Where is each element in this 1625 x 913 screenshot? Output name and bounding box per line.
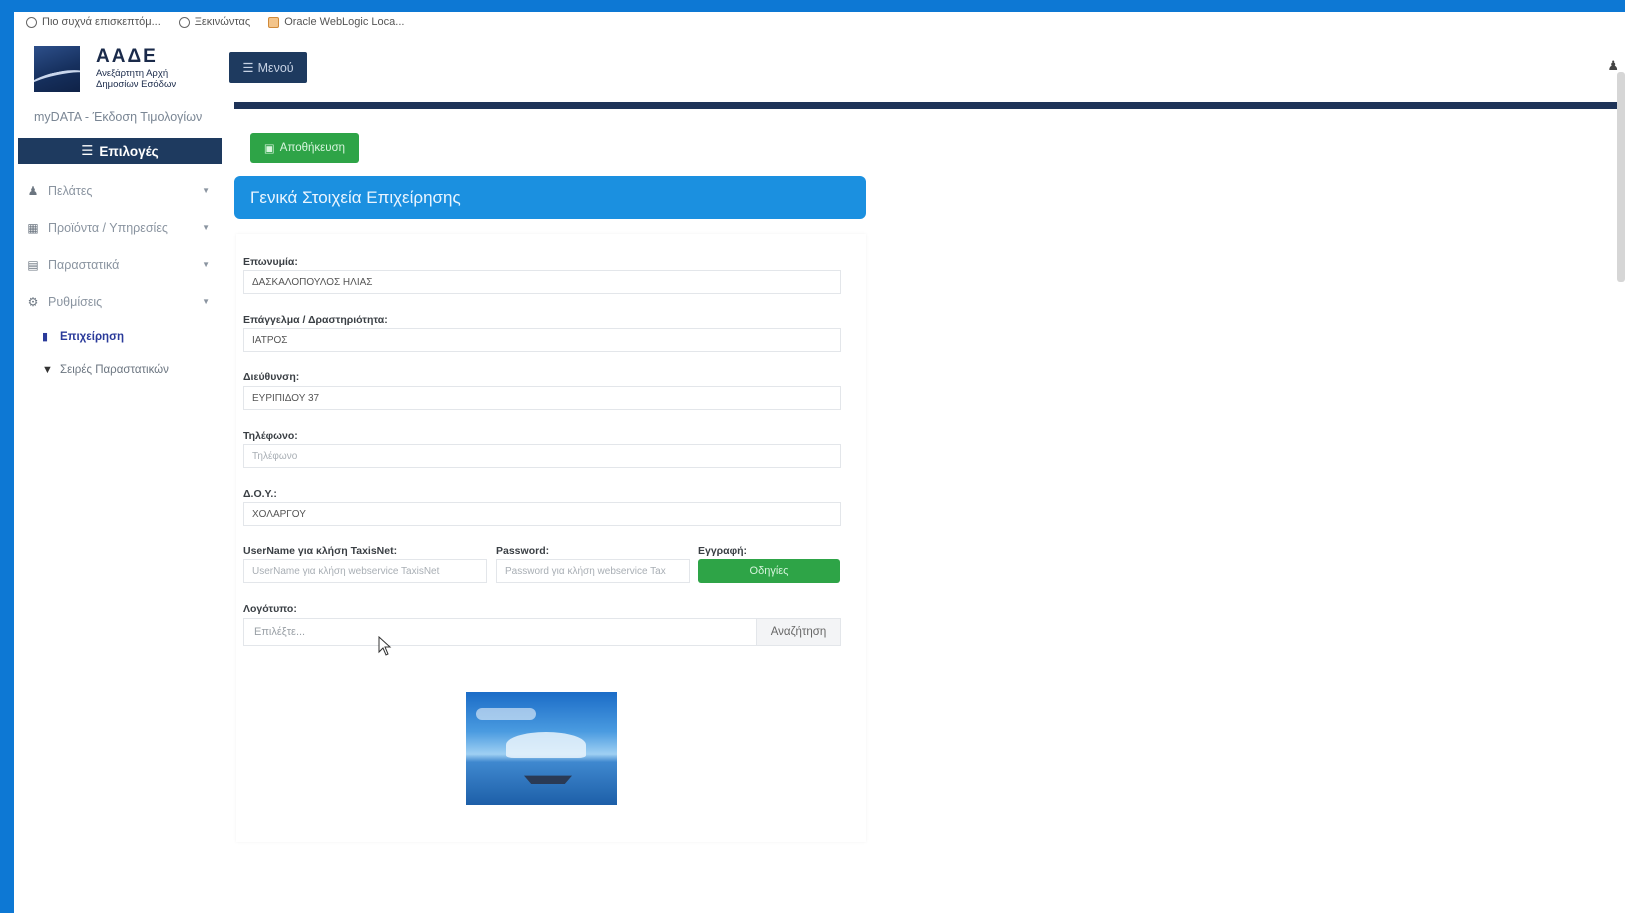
mouse-cursor-icon — [378, 636, 392, 656]
list-icon: ☰ — [242, 61, 254, 75]
brand-abbr: ΑΑΔΕ — [96, 46, 158, 67]
sidebar-item-settings[interactable]: ⚙ Ρυθμίσεις ▼ — [14, 283, 224, 320]
bookmark-getting-started[interactable]: Ξεκινώντας — [178, 16, 251, 28]
sidebar-subitem-label: Σειρές Παραστατικών — [60, 363, 169, 376]
logo-file-group: Επιλέξτε... Αναζήτηση — [243, 618, 841, 646]
logo-file-input[interactable]: Επιλέξτε... — [243, 618, 757, 646]
mountain-shape — [506, 732, 586, 758]
header-divider — [234, 102, 1625, 109]
options-label: Επιλογές — [99, 143, 159, 159]
building-icon: ▮ — [42, 331, 49, 343]
phone-input[interactable]: Τηλέφωνο — [243, 444, 841, 468]
sidebar-item-label: Προϊόντα / Υπηρεσίες — [48, 220, 168, 235]
sidebar-item-label: Ρυθμίσεις — [48, 294, 103, 309]
grid-icon: ▦ — [27, 220, 39, 235]
bookmark-most-visited[interactable]: Πιο συχνά επισκεπτόμ... — [26, 16, 161, 28]
documents-icon: ▤ — [27, 257, 39, 272]
address-label: Διεύθυνση: — [243, 371, 300, 383]
list-icon: ☰ — [81, 143, 94, 158]
bookmark-label: Oracle WebLogic Loca... — [284, 16, 405, 28]
address-input[interactable]: ΕΥΡΙΠΙΔΟΥ 37 — [243, 386, 841, 410]
options-header: ☰ Επιλογές — [18, 138, 222, 164]
folder-icon — [268, 16, 280, 28]
aade-logo-mark-icon — [34, 46, 80, 92]
chevron-down-icon: ▼ — [202, 260, 210, 269]
sidebar-menu: ♟ Πελάτες ▼ ▦ Προϊόντα / Υπηρεσίες ▼ ▤ Π… — [14, 172, 224, 386]
aade-logo[interactable]: ΑΑΔΕ Ανεξάρτητη Αρχή Δημοσίων Εσόδων — [34, 46, 196, 92]
floppy-disk-icon: ▣ — [263, 143, 275, 155]
taxisnet-username-label: UserName για κλήση TaxisNet: — [243, 545, 398, 557]
taxisnet-username-input[interactable]: UserName για κλήση webservice TaxisNet — [243, 559, 487, 583]
tax-office-input[interactable]: ΧΟΛΑΡΓΟΥ — [243, 502, 841, 526]
chevron-down-icon: ▼ — [202, 297, 210, 306]
profession-label: Επάγγελμα / Δραστηριότητα: — [243, 314, 388, 326]
browser-viewport: Πιο συχνά επισκεπτόμ... Ξεκινώντας Oracl… — [14, 12, 1625, 913]
save-button[interactable]: ▣ Αποθήκευση — [250, 133, 359, 163]
logo-label: Λογότυπο: — [243, 603, 297, 615]
sidebar-item-label: Παραστατικά — [48, 257, 120, 272]
guide-button[interactable]: Οδηγίες — [698, 559, 840, 583]
user-icon: ♟ — [27, 183, 39, 198]
chevron-down-icon: ▼ — [202, 223, 210, 232]
sidebar-subitem-document-series[interactable]: ▼ Σειρές Παραστατικών — [14, 353, 224, 386]
save-button-label: Αποθήκευση — [279, 142, 346, 154]
boat-shape — [524, 775, 572, 784]
registration-label: Εγγραφή: — [698, 545, 748, 557]
section-title: Γενικά Στοιχεία Επιχείρησης — [234, 176, 866, 219]
company-name-label: Επωνυμία: — [243, 256, 298, 268]
gear-icon: ⚙ — [27, 294, 39, 309]
menu-button-label: Μενού — [257, 60, 294, 75]
sidebar-item-documents[interactable]: ▤ Παραστατικά ▼ — [14, 246, 224, 283]
bookmark-label: Ξεκινώντας — [194, 16, 251, 28]
sidebar-subitem-business[interactable]: ▮ Επιχείρηση — [14, 320, 224, 353]
globe-icon — [178, 16, 190, 28]
tax-office-label: Δ.Ο.Υ.: — [243, 488, 277, 500]
chevron-down-icon: ▼ — [202, 186, 210, 195]
page-scrollbar[interactable] — [1617, 72, 1625, 282]
company-name-input[interactable]: ΔΑΣΚΑΛΟΠΟΥΛΟΣ ΗΛΙΑΣ — [243, 270, 841, 294]
app-title: myDATA - Έκδοση Τιμολογίων — [34, 110, 203, 124]
taxisnet-password-label: Password: — [496, 545, 550, 557]
logo-text: ΑΑΔΕ Ανεξάρτητη Αρχή Δημοσίων Εσόδων — [96, 46, 196, 90]
sidebar: ΑΑΔΕ Ανεξάρτητη Αρχή Δημοσίων Εσόδων myD… — [14, 32, 232, 912]
sidebar-item-products[interactable]: ▦ Προϊόντα / Υπηρεσίες ▼ — [14, 209, 224, 246]
sidebar-subitem-label: Επιχείρηση — [60, 330, 124, 343]
brand-subtitle: Ανεξάρτητη Αρχή Δημοσίων Εσόδων — [96, 68, 177, 90]
sidebar-item-label: Πελάτες — [48, 183, 93, 198]
bookmarks-bar: Πιο συχνά επισκεπτόμ... Ξεκινώντας Oracl… — [14, 12, 1625, 32]
sidebar-item-customers[interactable]: ♟ Πελάτες ▼ — [14, 172, 224, 209]
menu-toggle-button[interactable]: ☰ Μενού — [229, 52, 307, 83]
filter-icon: ▼ — [42, 363, 53, 376]
taxisnet-password-input[interactable]: Password για κλήση webservice Tax — [496, 559, 690, 583]
bookmark-label: Πιο συχνά επισκεπτόμ... — [42, 16, 161, 28]
phone-label: Τηλέφωνο: — [243, 430, 298, 442]
bookmark-weblogic[interactable]: Oracle WebLogic Loca... — [268, 16, 404, 28]
business-logo-image — [466, 692, 617, 805]
profession-input[interactable]: ΙΑΤΡΟΣ — [243, 328, 841, 352]
logo-browse-button[interactable]: Αναζήτηση — [757, 618, 841, 646]
cloud-shape — [476, 708, 536, 720]
gear-icon — [26, 16, 37, 28]
